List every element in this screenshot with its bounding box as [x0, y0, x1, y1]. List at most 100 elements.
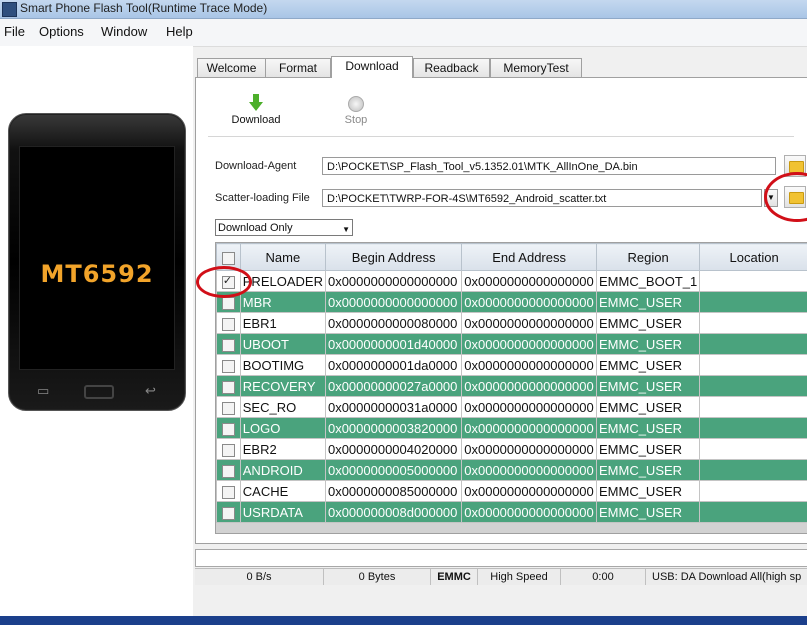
row-checkbox[interactable]: [221, 443, 235, 457]
menu-window[interactable]: Window: [101, 24, 147, 39]
location-cell: [699, 270, 807, 292]
phone-illustration: MT6592 ▭ ↩: [8, 113, 186, 411]
status-bar: 0 B/s 0 Bytes EMMC High Speed 0:00 USB: …: [195, 568, 807, 585]
partition-name-cell: LOGO: [239, 417, 326, 439]
phone-screen: [19, 146, 175, 370]
region-cell: EMMC_USER: [595, 375, 701, 397]
partition-name-cell: EBR2: [239, 438, 326, 460]
end-address-cell: 0x0000000000000000: [461, 396, 597, 418]
table-row[interactable]: UBOOT 0x0000000001d40000 0x000000000000000…: [216, 333, 807, 355]
home-key-icon: [84, 385, 114, 399]
table-row[interactable]: EBR2 0x0000000004020000 0x0000000000000000…: [216, 438, 807, 460]
table-row[interactable]: RECOVERY 0x00000000027a0000 0x000000000000…: [216, 375, 807, 397]
row-checkbox[interactable]: [221, 401, 235, 415]
tab-memorytest[interactable]: MemoryTest: [490, 58, 582, 77]
row-checkbox[interactable]: [221, 317, 235, 331]
row-checkbox-cell[interactable]: [216, 354, 241, 376]
location-cell: [699, 375, 807, 397]
partition-name-cell: PRELOADER: [239, 270, 326, 292]
column-header-name[interactable]: Name: [239, 243, 326, 271]
partition-name-cell: CACHE: [239, 480, 326, 502]
table-row[interactable]: SEC_RO 0x00000000031a0000 0x00000000000000…: [216, 396, 807, 418]
download-agent-label: Download-Agent: [215, 160, 297, 172]
scatter-file-field[interactable]: D:\POCKET\TWRP-FOR-4S\MT6592_Android_sca…: [322, 189, 762, 207]
stop-button-label: Stop: [344, 114, 368, 126]
partition-name-cell: ANDROID: [239, 459, 326, 481]
end-address-cell: 0x0000000000000000: [461, 312, 597, 334]
table-row[interactable]: USRDATA 0x000000008d000000 0x0000000000000…: [216, 501, 807, 523]
window-title: Smart Phone Flash Tool(Runtime Trace Mod…: [20, 1, 268, 15]
download-panel: Download Stop Download-Agent D:\POCKET\S…: [195, 77, 807, 544]
row-checkbox-cell[interactable]: [216, 459, 241, 481]
menu-key-icon: ▭: [37, 384, 50, 399]
row-checkbox[interactable]: [221, 485, 235, 499]
table-row[interactable]: LOGO 0x0000000003820000 0x0000000000000000…: [216, 417, 807, 439]
region-cell: EMMC_USER: [595, 417, 701, 439]
row-checkbox-cell[interactable]: [216, 501, 241, 523]
region-cell: EMMC_USER: [595, 501, 701, 523]
tab-welcome[interactable]: Welcome: [197, 58, 266, 77]
menu-file[interactable]: File: [4, 24, 25, 39]
row-checkbox[interactable]: [221, 359, 235, 373]
row-checkbox[interactable]: [221, 506, 235, 520]
column-header-begin-address[interactable]: Begin Address: [324, 243, 463, 271]
region-cell: EMMC_USER: [595, 291, 701, 313]
row-checkbox-cell[interactable]: [216, 375, 241, 397]
row-checkbox[interactable]: [221, 338, 235, 352]
begin-address-cell: 0x0000000085000000: [324, 480, 463, 502]
partition-table: Name Begin Address End Address Region Lo…: [215, 242, 807, 534]
begin-address-cell: 0x0000000004020000: [324, 438, 463, 460]
row-checkbox-cell[interactable]: [216, 417, 241, 439]
chip-model-label: MT6592: [40, 260, 154, 288]
end-address-cell: 0x0000000000000000: [461, 417, 597, 439]
location-cell: [699, 354, 807, 376]
row-checkbox-cell[interactable]: [216, 438, 241, 460]
tab-readback[interactable]: Readback: [413, 58, 490, 77]
tab-format[interactable]: Format: [265, 58, 331, 77]
location-cell: [699, 480, 807, 502]
row-checkbox[interactable]: [221, 296, 235, 310]
partition-name-cell: UBOOT: [239, 333, 326, 355]
download-mode-select[interactable]: Download Only ▼: [215, 219, 353, 236]
location-cell: [699, 396, 807, 418]
begin-address-cell: 0x00000000027a0000: [324, 375, 463, 397]
row-checkbox-cell[interactable]: [216, 396, 241, 418]
row-checkbox-cell[interactable]: [216, 333, 241, 355]
status-bytes: 0 Bytes: [324, 569, 431, 585]
table-row[interactable]: MBR 0x0000000000000000 0x0000000000000000 E…: [216, 291, 807, 313]
partition-name-cell: USRDATA: [239, 501, 326, 523]
row-checkbox-cell[interactable]: [216, 312, 241, 334]
partition-name-cell: MBR: [239, 291, 326, 313]
column-header-region[interactable]: Region: [595, 243, 701, 271]
partition-name-cell: EBR1: [239, 312, 326, 334]
menu-help[interactable]: Help: [166, 24, 193, 39]
end-address-cell: 0x0000000000000000: [461, 354, 597, 376]
table-row[interactable]: BOOTIMG 0x0000000001da0000 0x0000000000000…: [216, 354, 807, 376]
row-checkbox[interactable]: [221, 422, 235, 436]
table-row[interactable]: EBR1 0x0000000000080000 0x0000000000000000…: [216, 312, 807, 334]
toolbar-divider: [208, 136, 794, 137]
region-cell: EMMC_USER: [595, 333, 701, 355]
stop-button[interactable]: Stop: [331, 94, 381, 126]
column-header-location[interactable]: Location: [699, 243, 807, 271]
download-agent-field[interactable]: D:\POCKET\SP_Flash_Tool_v5.1352.01\MTK_A…: [322, 157, 776, 175]
row-checkbox-cell[interactable]: [216, 480, 241, 502]
table-row[interactable]: ANDROID 0x0000000005000000 0x0000000000000…: [216, 459, 807, 481]
region-cell: EMMC_USER: [595, 396, 701, 418]
begin-address-cell: 0x0000000001d40000: [324, 333, 463, 355]
table-row[interactable]: CACHE 0x0000000085000000 0x000000000000000…: [216, 480, 807, 502]
begin-address-cell: 0x00000000031a0000: [324, 396, 463, 418]
row-checkbox[interactable]: [221, 464, 235, 478]
download-mode-value: Download Only: [218, 222, 293, 234]
begin-address-cell: 0x0000000000080000: [324, 312, 463, 334]
tab-strip: Welcome Format Download Readback MemoryT…: [197, 56, 807, 78]
download-button[interactable]: Download: [226, 94, 286, 126]
status-storage: EMMC: [431, 569, 478, 585]
row-checkbox[interactable]: [221, 380, 235, 394]
select-all-checkbox[interactable]: [221, 251, 235, 265]
tab-download[interactable]: Download: [331, 56, 413, 78]
menu-options[interactable]: Options: [39, 24, 84, 39]
begin-address-cell: 0x0000000005000000: [324, 459, 463, 481]
table-row[interactable]: PRELOADER0x00000000000000000x00000000000…: [216, 270, 807, 292]
column-header-end-address[interactable]: End Address: [461, 243, 597, 271]
